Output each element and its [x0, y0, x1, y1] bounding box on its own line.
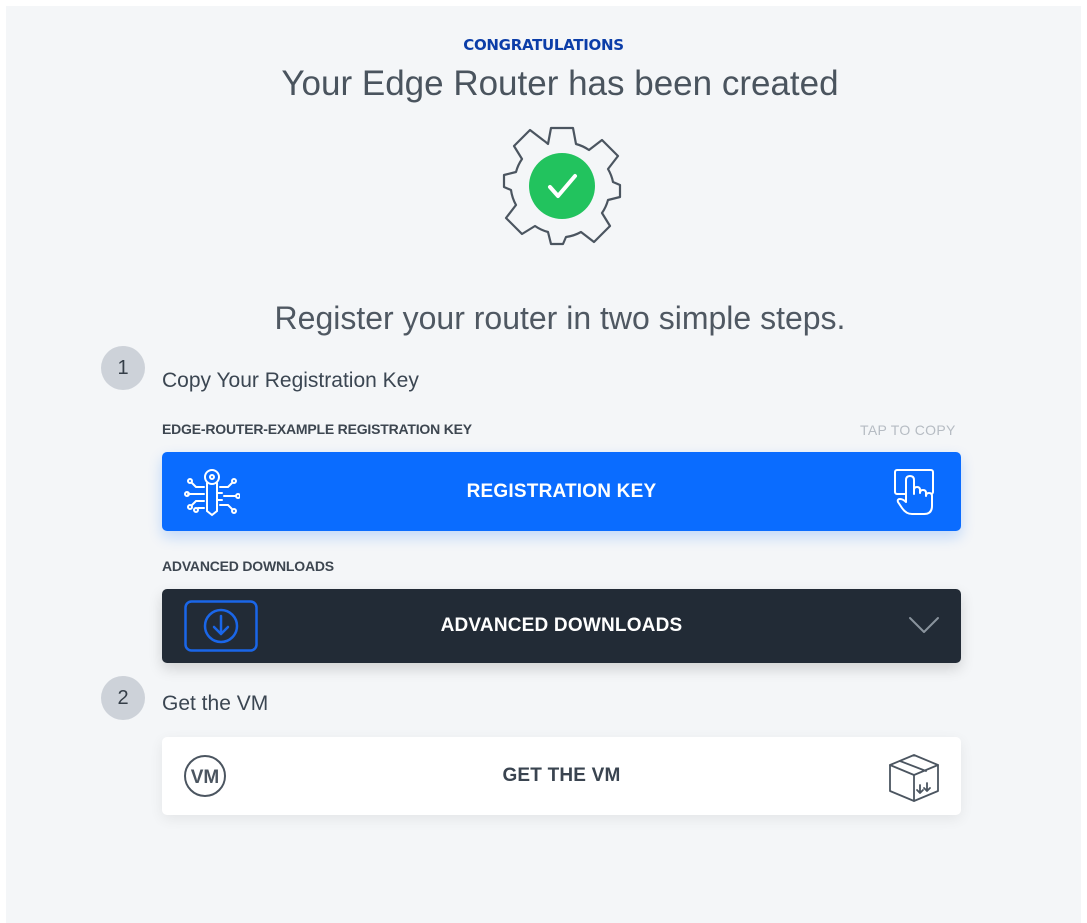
get-the-vm-button-label: GET THE VM: [502, 765, 621, 786]
step-1-title: Copy Your Registration Key: [162, 369, 419, 392]
advanced-downloads-button-label: ADVANCED DOWNLOADS: [440, 615, 683, 636]
page-title: Your Edge Router has been created: [281, 64, 839, 103]
registration-key-button[interactable]: REGISTRATION KEY: [162, 452, 961, 531]
registration-key-button-label: REGISTRATION KEY: [466, 480, 657, 502]
step-2-title: Get the VM: [162, 692, 269, 715]
get-the-vm-button[interactable]: VM GET THE VM: [162, 737, 961, 815]
gear-check-icon: [496, 120, 628, 252]
tap-hand-icon: [892, 468, 942, 521]
congratulations-eyebrow: CONGRATULATIONS: [463, 36, 624, 54]
download-icon: [184, 600, 258, 657]
step-1-badge: 1: [101, 346, 145, 390]
step-2-badge: 2: [101, 676, 145, 720]
svg-text:VM: VM: [191, 767, 220, 788]
tap-to-copy-hint[interactable]: TAP TO COPY: [860, 422, 956, 438]
advanced-downloads-label: ADVANCED DOWNLOADS: [162, 558, 334, 574]
intro-text: Register your router in two simple steps…: [274, 300, 846, 336]
registration-key-label: EDGE-ROUTER-EXAMPLE REGISTRATION KEY: [162, 421, 472, 437]
key-circuit-icon: [184, 467, 241, 522]
advanced-downloads-button[interactable]: ADVANCED DOWNLOADS: [162, 589, 961, 663]
chevron-down-icon[interactable]: [908, 615, 940, 640]
box-download-icon: [884, 749, 944, 810]
vm-icon: VM: [182, 754, 228, 803]
